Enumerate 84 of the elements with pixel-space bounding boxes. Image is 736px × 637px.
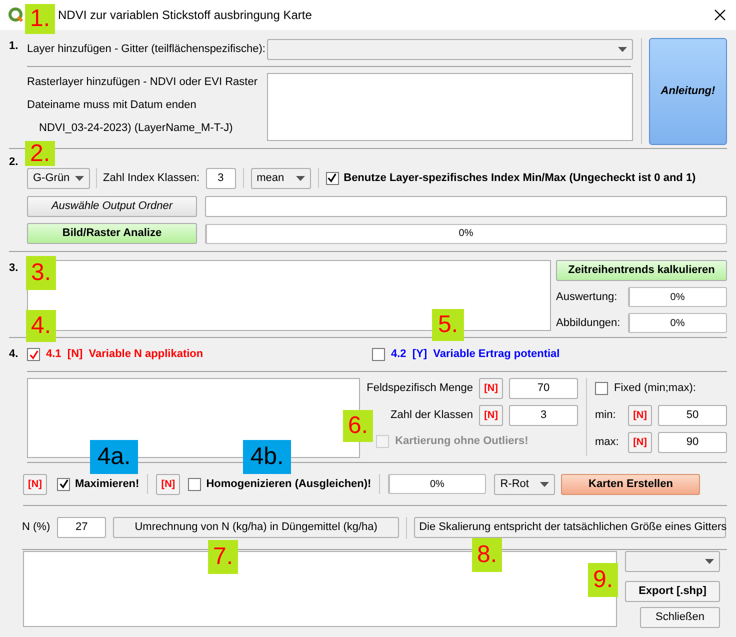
scale-button[interactable]: Die Skalierung entspricht der tatsächlichen Größe eines Gitters [414, 517, 726, 538]
create-maps-button[interactable]: Karten Erstellen [561, 474, 700, 494]
checkbox[interactable] [595, 382, 608, 395]
text-area[interactable] [205, 196, 727, 217]
progress-reading: 0% [429, 478, 446, 492]
checkbox-label: Benutze Layer-spezifisches Index Min/Max (Ungecheckt ist 0 and 1) [344, 170, 696, 186]
dropdown[interactable]: R-Rot [494, 474, 556, 494]
annotation-label: 1. [25, 4, 55, 34]
section-number: 3. [9, 261, 20, 276]
section-number: 1. [9, 39, 20, 54]
option-label: 4.1 [N] Variable N applikation [46, 347, 204, 362]
section-number: 4. [9, 347, 20, 362]
checkbox[interactable] [326, 172, 339, 184]
input-field[interactable]: 50 [658, 405, 728, 426]
hint-text: Dateiname muss mit Datum enden [27, 98, 198, 112]
progress-reading: 0% [669, 316, 686, 330]
annotation-label: 6. [343, 410, 373, 442]
dropdown-caret-icon [75, 176, 84, 180]
checkbox-label: Fixed (min;max): [614, 381, 696, 396]
dropdown[interactable]: mean [250, 168, 311, 188]
check-icon [327, 173, 338, 183]
checkbox-label: Maximieren! [75, 476, 140, 492]
progress-label: Abbildungen: [556, 316, 620, 331]
input-field[interactable]: 3 [509, 405, 578, 426]
checkbox[interactable] [188, 478, 202, 490]
hint-text: Rasterlayer hinzufügen - NDVI oder EVI Raster [27, 75, 258, 89]
dropdown-caret-icon [618, 46, 627, 52]
annotation-label: 8. [472, 538, 502, 572]
checkbox[interactable] [27, 348, 40, 361]
input-field[interactable]: 90 [658, 432, 728, 453]
classes-label: Zahl Index Klassen: [103, 170, 200, 186]
check-icon [28, 350, 38, 360]
annotation-label: 2. [25, 141, 55, 166]
close-icon[interactable] [714, 9, 726, 21]
input-field[interactable]: 70 [509, 378, 578, 399]
annotation-label: 4b. [243, 440, 291, 474]
dropdown-caret-icon [705, 559, 714, 564]
dropdown-caret-icon [296, 176, 305, 180]
guide-button[interactable]: Anleitung! [648, 38, 727, 145]
checkbox[interactable] [57, 478, 70, 490]
close-button[interactable]: Schließen [640, 607, 720, 628]
annotation-label: 5. [432, 309, 464, 341]
flag-button[interactable]: [N] [23, 474, 47, 494]
progress-label: Auswertung: [556, 290, 618, 305]
annotation-label: 3. [26, 256, 56, 290]
annotation-label: 9. [588, 563, 618, 597]
convert-button[interactable]: Umrechnung von N (kg/ha) in Düngemittel (kg/ha) [113, 517, 400, 538]
layer-label: Layer hinzufügen - Gitter (teilflächenspezifische): [27, 42, 266, 57]
field-label: max: [595, 435, 620, 450]
window-title: NDVI zur variablen Stickstoff ausbringung Karte [58, 7, 312, 24]
n-label: N (%) [22, 520, 50, 536]
analyze-button[interactable]: Bild/Raster Analize [27, 223, 197, 244]
checkbox[interactable] [372, 348, 385, 361]
field-label: Zahl der Klassen [390, 408, 474, 424]
text-area[interactable] [267, 73, 633, 141]
annotation-label: 4a. [90, 440, 138, 474]
dropdown[interactable]: G-Grün [27, 168, 90, 188]
dropdown[interactable] [625, 551, 720, 572]
annotation-label: 4. [26, 310, 56, 342]
checkbox-label: Homogenizieren (Ausgleichen)! [206, 476, 372, 492]
flag-button[interactable]: [N] [479, 405, 504, 426]
app-logo-icon [8, 7, 24, 23]
field-label: Feldspezifisch Menge [366, 381, 474, 396]
dropdown-caret-icon [540, 482, 550, 486]
input-field[interactable]: 3 [206, 168, 236, 188]
output-folder-button[interactable]: Auswähle Output Ordner [27, 196, 197, 217]
flag-button[interactable]: [N] [156, 474, 180, 494]
check-icon [58, 479, 68, 489]
trend-button[interactable]: Zeitreihentrends kalkulieren [556, 260, 727, 281]
export-button[interactable]: Export [.shp] [625, 581, 720, 602]
text-area[interactable] [27, 260, 551, 331]
flag-button[interactable]: [N] [628, 405, 652, 426]
flag-button[interactable]: [N] [479, 378, 504, 399]
section-number: 2. [9, 155, 20, 170]
progress-reading: 0% [458, 227, 474, 241]
input-field[interactable]: 27 [57, 517, 106, 538]
hint-text: NDVI_03-24-2023) (LayerName_M-T-J) [38, 121, 234, 135]
checkbox-label: Kartierung ohne Outliers! [395, 434, 528, 449]
flag-button[interactable]: [N] [628, 432, 652, 453]
annotation-label: 7. [208, 540, 238, 574]
progress-reading: 0% [669, 290, 686, 304]
field-label: min: [595, 408, 617, 424]
option-label: 4.2 [Y] Variable Ertrag potential [391, 347, 560, 362]
dropdown[interactable] [267, 38, 633, 60]
